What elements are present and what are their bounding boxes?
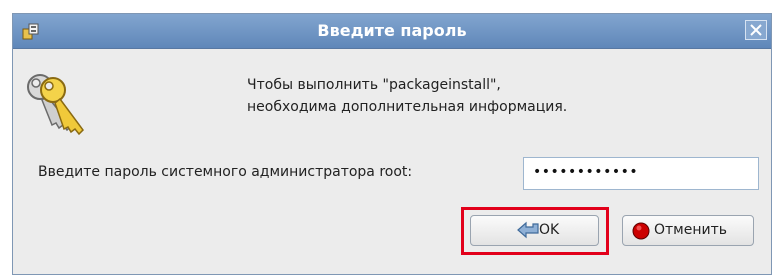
cancel-label: Отменить	[654, 222, 728, 238]
password-value: ••••••••••••	[533, 164, 639, 180]
title-bar[interactable]: Введите пароль	[13, 14, 771, 49]
close-icon	[750, 24, 762, 36]
password-label: Введите пароль системного администратора…	[38, 164, 413, 180]
message-line-2: необходима дополнительная информация.	[247, 99, 568, 115]
cancel-button[interactable]: Отменить	[622, 215, 754, 246]
keys-icon	[23, 70, 87, 138]
ok-label: OK	[539, 222, 560, 238]
dialog-title: Введите пароль	[317, 21, 467, 40]
close-button[interactable]	[745, 20, 767, 40]
password-input[interactable]: ••••••••••••	[523, 157, 759, 190]
ok-button[interactable]: OK	[470, 215, 599, 246]
password-dialog: Введите пароль Чтобы выполнить "packagei…	[12, 13, 772, 275]
stop-icon	[632, 222, 650, 244]
message-line-1: Чтобы выполнить "packageinstall",	[247, 77, 501, 93]
info-message: Чтобы выполнить "packageinstall", необхо…	[247, 74, 567, 118]
arrow-left-icon	[517, 221, 539, 243]
